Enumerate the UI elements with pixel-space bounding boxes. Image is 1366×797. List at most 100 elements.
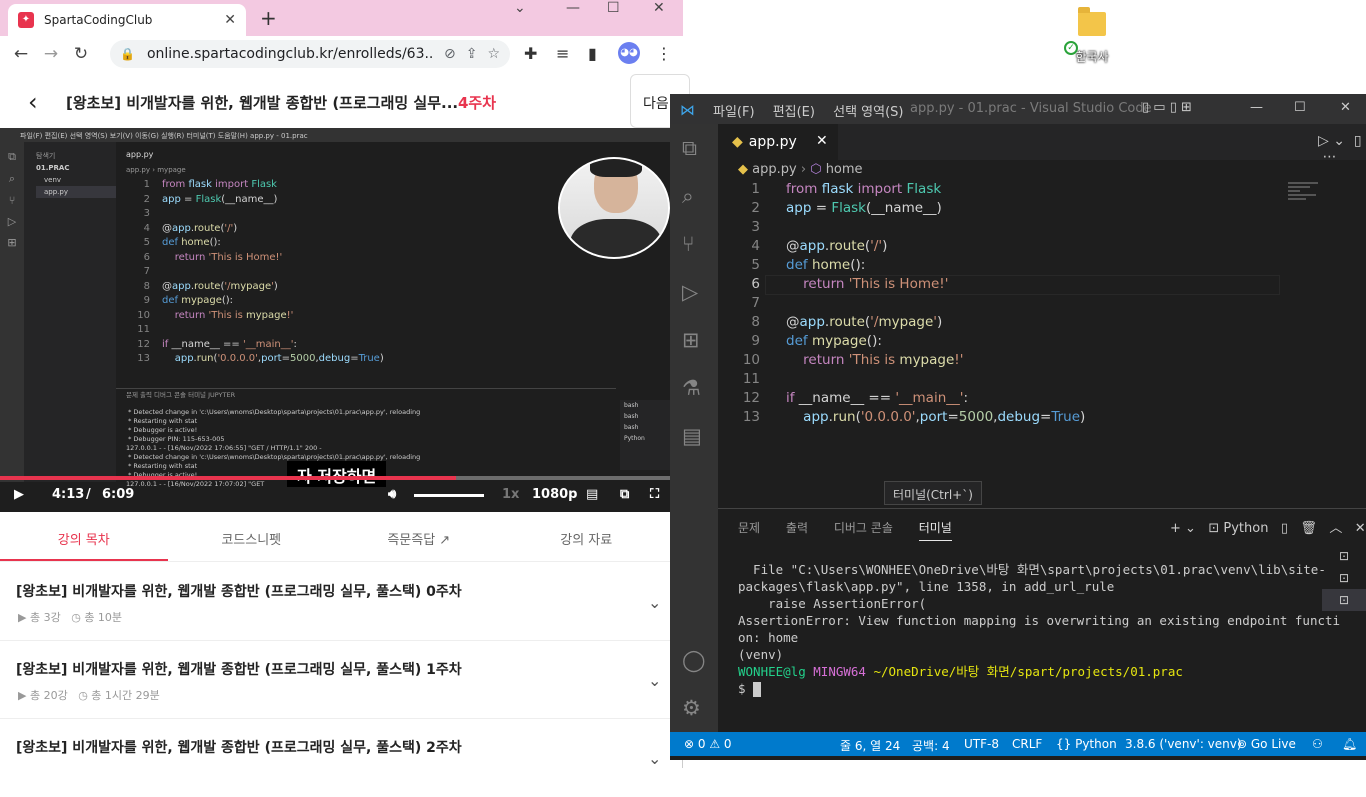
browser-tab[interactable]: ✦ SpartaCodingClub ✕ bbox=[8, 4, 246, 36]
back-arrow-icon[interactable]: ← bbox=[6, 44, 36, 64]
terminal-profile[interactable]: Python bbox=[1223, 521, 1268, 536]
notifications-bell-icon[interactable]: 🔔︎ bbox=[1342, 737, 1357, 751]
code-line[interactable]: 3 bbox=[718, 218, 1278, 237]
menu-selection[interactable]: 선택 영역(S) bbox=[833, 105, 903, 120]
volume-icon[interactable]: 🔊︎ bbox=[388, 487, 396, 502]
code-line[interactable]: 5 def home(): bbox=[718, 256, 1278, 275]
code-line[interactable]: 10 return 'This is mypage!' bbox=[718, 351, 1278, 370]
tab-debug-console[interactable]: 디버그 콘솔 bbox=[834, 521, 893, 535]
volume-slider[interactable] bbox=[414, 494, 484, 497]
reload-icon[interactable]: ↻ bbox=[66, 44, 96, 64]
terminal-instance-icon[interactable]: ⊡ bbox=[1322, 589, 1366, 611]
status-go-live[interactable]: ⊚ Go Live bbox=[1237, 737, 1296, 751]
address-bar[interactable]: 🔒 online.spartacodingclub.kr/enrolleds/6… bbox=[110, 40, 510, 68]
course-week-item[interactable]: [왕초보] 비개발자를 위한, 웹개발 종합반 (프로그래밍 실무, 풀스택) … bbox=[0, 719, 670, 797]
play-icon[interactable]: ▶ bbox=[14, 487, 24, 502]
split-terminal-icon[interactable]: ▯ bbox=[1281, 521, 1288, 536]
source-control-icon[interactable]: ⑂ bbox=[682, 232, 695, 256]
status-cursor-position[interactable]: 줄 6, 열 24 bbox=[840, 737, 900, 754]
code-line[interactable]: 1 from flask import Flask bbox=[718, 180, 1278, 199]
chevron-down-icon[interactable]: ⌄ bbox=[648, 593, 661, 612]
code-line[interactable]: 7 bbox=[718, 294, 1278, 313]
status-interpreter[interactable]: 3.8.6 ('venv': venv) bbox=[1125, 737, 1242, 751]
close-panel-icon[interactable]: ✕ bbox=[1355, 521, 1366, 536]
status-problems[interactable]: ⊗ 0 ⚠ 0 bbox=[684, 737, 732, 751]
code-line[interactable]: 8 @app.route('/mypage') bbox=[718, 313, 1278, 332]
status-eol[interactable]: CRLF bbox=[1012, 737, 1042, 751]
layout-controls-icon[interactable]: ▯ ▭ ▯ ⊞ bbox=[1142, 100, 1192, 115]
close-window-button[interactable]: ✕ bbox=[653, 0, 665, 16]
forward-arrow-icon[interactable]: → bbox=[36, 44, 66, 64]
vscode-minimize-button[interactable]: — bbox=[1250, 100, 1263, 115]
share-icon[interactable]: ⇪ bbox=[466, 46, 478, 62]
code-line[interactable]: 11 bbox=[718, 370, 1278, 389]
side-panel-icon[interactable]: ▮ bbox=[588, 44, 597, 63]
breadcrumb-symbol[interactable]: home bbox=[826, 162, 863, 177]
tab-materials[interactable]: 강의 자료 bbox=[503, 512, 671, 561]
media-controls-icon[interactable]: ≡ bbox=[556, 44, 569, 63]
remote-explorer-icon[interactable]: ▤ bbox=[682, 424, 702, 448]
editor-tab-app-py[interactable]: ◆ app.py ✕ bbox=[718, 124, 838, 160]
run-debug-icon[interactable]: ▷ bbox=[682, 280, 698, 304]
tab-qna[interactable]: 즉문즉답 ↗ bbox=[335, 512, 503, 561]
tab-code-snippet[interactable]: 코드스니펫 bbox=[168, 512, 336, 561]
search-icon[interactable]: ⌕ bbox=[682, 184, 694, 209]
extensions-puzzle-icon[interactable]: ✚ bbox=[524, 44, 537, 63]
maximize-panel-icon[interactable]: ︿ bbox=[1329, 521, 1342, 536]
menu-file[interactable]: 파일(F) bbox=[713, 105, 755, 120]
tab-problems[interactable]: 문제 bbox=[738, 521, 760, 535]
tab-curriculum[interactable]: 강의 목차 bbox=[0, 512, 168, 561]
course-week-item[interactable]: [왕초보] 비개발자를 위한, 웹개발 종합반 (프로그래밍 실무, 풀스택) … bbox=[0, 641, 670, 719]
terminal-input-line[interactable]: $ bbox=[738, 680, 1308, 697]
quality-selector[interactable]: 1080p bbox=[532, 487, 578, 502]
new-tab-button[interactable]: + bbox=[260, 6, 277, 30]
course-week-item[interactable]: [왕초보] 비개발자를 위한, 웹개발 종합반 (프로그래밍 실무, 풀스택) … bbox=[0, 563, 670, 641]
feedback-icon[interactable]: ⚇ bbox=[1312, 737, 1323, 751]
terminal-instance-icon[interactable]: ⊡ bbox=[1322, 545, 1366, 567]
terminal-output[interactable]: File "C:\Users\WONHEE\OneDrive\바탕 화면\spa… bbox=[738, 561, 1340, 697]
breadcrumb-file[interactable]: app.py bbox=[752, 162, 797, 177]
code-line[interactable]: 6 return 'This is Home!' bbox=[718, 275, 1278, 294]
maximize-button[interactable]: ☐ bbox=[607, 0, 620, 16]
explorer-icon[interactable]: ⧉ bbox=[682, 136, 697, 161]
extensions-icon[interactable]: ⊞ bbox=[682, 328, 700, 352]
video-progress-bar[interactable] bbox=[0, 476, 670, 480]
tab-terminal[interactable]: 터미널 bbox=[918, 521, 952, 541]
testing-flask-icon[interactable]: ⚗ bbox=[682, 376, 701, 400]
code-line[interactable]: 12 if __name__ == '__main__': bbox=[718, 389, 1278, 408]
back-chevron-icon[interactable]: ‹ bbox=[28, 88, 38, 116]
status-encoding[interactable]: UTF-8 bbox=[964, 737, 999, 751]
more-menu-icon[interactable]: ⋮ bbox=[656, 44, 672, 63]
status-indentation[interactable]: 공백: 4 bbox=[912, 737, 950, 754]
minimize-button[interactable]: — bbox=[566, 0, 580, 16]
terminal-instance-icon[interactable]: ⊡ bbox=[1322, 567, 1366, 589]
pip-icon[interactable]: ⧉ bbox=[620, 487, 629, 502]
code-line[interactable]: 9 def mypage(): bbox=[718, 332, 1278, 351]
account-icon[interactable]: ◯ bbox=[682, 648, 706, 672]
status-language[interactable]: {} Python bbox=[1056, 737, 1117, 751]
settings-gear-icon[interactable]: ⚙ bbox=[682, 696, 701, 720]
tab-search-button[interactable]: ⌄ bbox=[514, 0, 526, 16]
close-tab-icon[interactable]: ✕ bbox=[224, 12, 236, 28]
desktop-folder-shortcut[interactable]: ✓ 한국사 bbox=[1062, 7, 1122, 65]
playback-speed[interactable]: 1x bbox=[502, 487, 519, 502]
menu-edit[interactable]: 편집(E) bbox=[773, 105, 815, 120]
code-line[interactable]: 4 @app.route('/') bbox=[718, 237, 1278, 256]
code-line[interactable]: 13 app.run('0.0.0.0',port=5000,debug=Tru… bbox=[718, 408, 1278, 427]
fullscreen-icon[interactable]: ⛶ bbox=[650, 487, 659, 502]
minimap[interactable] bbox=[1288, 180, 1328, 210]
vscode-maximize-button[interactable]: ☐ bbox=[1294, 100, 1306, 115]
new-terminal-icon[interactable]: + ⌄ bbox=[1170, 521, 1196, 536]
profile-avatar[interactable]: ◕◕ bbox=[618, 42, 640, 64]
trash-icon[interactable]: 🗑︎ bbox=[1300, 521, 1317, 536]
bookmark-star-icon[interactable]: ☆ bbox=[487, 46, 500, 62]
tab-output[interactable]: 출력 bbox=[786, 521, 808, 535]
code-editor[interactable]: 1 from flask import Flask 2 app = Flask(__n… bbox=[718, 180, 1278, 427]
eye-off-icon[interactable]: ⊘ bbox=[444, 46, 456, 62]
captions-icon[interactable]: ▤ bbox=[586, 487, 598, 502]
run-python-icon[interactable]: ▷ ⌄ ▯ ⋯ bbox=[1318, 133, 1366, 165]
code-line[interactable]: 2 app = Flask(__name__) bbox=[718, 199, 1278, 218]
vscode-close-button[interactable]: ✕ bbox=[1340, 100, 1351, 115]
chevron-down-icon[interactable]: ⌄ bbox=[648, 749, 661, 768]
chevron-down-icon[interactable]: ⌄ bbox=[648, 671, 661, 690]
